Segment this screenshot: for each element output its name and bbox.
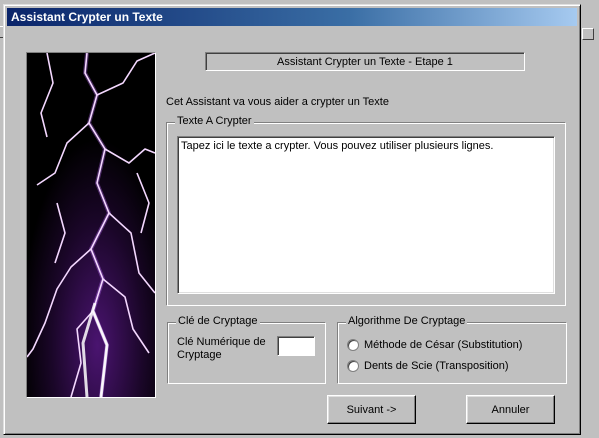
next-button[interactable]: Suivant -> [327,395,416,424]
text-group-legend: Texte A Crypter [175,115,254,127]
key-input[interactable] [277,336,315,356]
key-label: Clé Numérique de Cryptage [177,336,266,361]
radio-circle-icon[interactable] [347,360,359,372]
step-title: Assistant Crypter un Texte - Etape 1 [205,52,525,71]
lightning-icon [27,53,155,397]
radio-sawtooth[interactable]: Dents de Scie (Transposition) [347,358,509,374]
algo-group-legend: Algorithme De Cryptage [346,315,468,327]
intro-text: Cet Assistant va vous aider a crypter un… [166,96,389,108]
radio-caesar[interactable]: Méthode de César (Substitution) [347,337,522,353]
radio-circle-icon[interactable] [347,339,359,351]
window-title[interactable]: Assistant Crypter un Texte [7,8,577,26]
key-group-legend: Clé de Cryptage [176,315,260,327]
radio-caesar-label: Méthode de César (Substitution) [364,339,523,351]
background-close-icon [582,28,594,40]
encryption-key-group: Clé de Cryptage Clé Numérique de Cryptag… [167,315,326,384]
text-input[interactable] [177,136,555,294]
radio-sawtooth-label: Dents de Scie (Transposition) [364,360,509,372]
background-app-controls [580,8,599,48]
algorithm-group: Algorithme De Cryptage Méthode de César … [337,315,567,384]
text-to-encrypt-group: Texte A Crypter [166,115,566,306]
cancel-button[interactable]: Annuler [466,395,555,424]
lightning-image [26,52,156,398]
